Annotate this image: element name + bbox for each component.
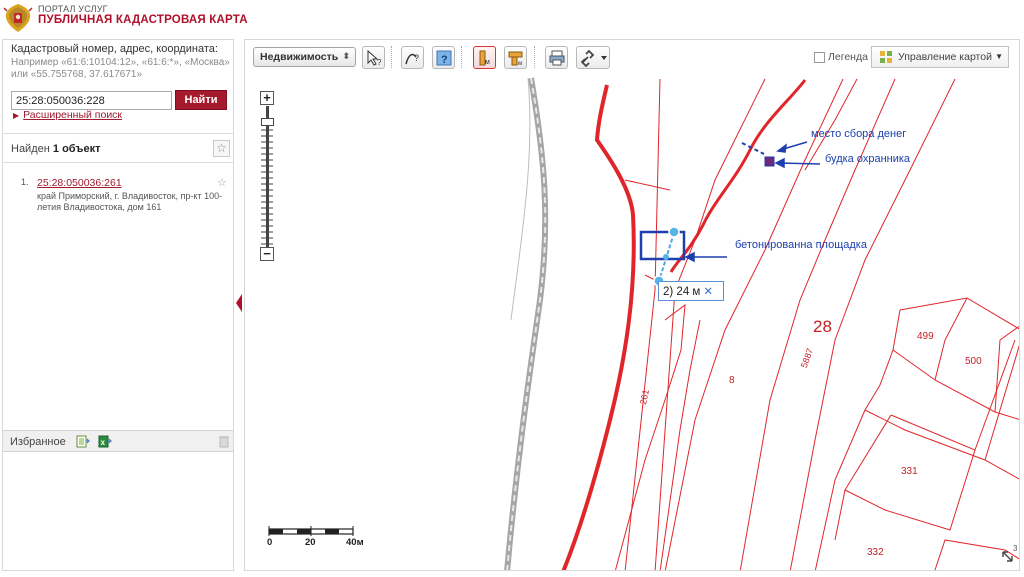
annotation-booth: будка охранника (825, 153, 911, 165)
svg-text:м: м (518, 61, 522, 67)
cursor-question-icon: ? (367, 49, 382, 67)
annotation-pad: бетонированна площадка (735, 239, 867, 251)
measure-area-button[interactable]: м (504, 46, 527, 69)
house-question-icon: ? (436, 50, 452, 66)
scale-label: 40м (346, 537, 364, 548)
parcel-label: 500 (965, 356, 982, 367)
object-info-button[interactable]: ? (432, 46, 455, 69)
svg-text:x: x (101, 438, 106, 447)
path-question-icon: ? (405, 53, 419, 65)
advanced-search-label: Расширенный поиск (23, 109, 123, 121)
legend-label: Легенда (828, 51, 868, 63)
scale-label: 0 (267, 537, 273, 548)
scale-bar (268, 526, 354, 536)
found-count: 1 объект (52, 143, 101, 155)
layer-select-value: Недвижимость (260, 51, 339, 63)
map-management-dropdown[interactable]: Управление картой ▼ (871, 46, 1009, 68)
svg-text:?: ? (414, 53, 419, 63)
measure-distance-button[interactable]: м (473, 46, 496, 69)
close-icon[interactable]: ✕ (703, 286, 713, 298)
zoom-out-button[interactable]: − (260, 247, 274, 261)
map-area[interactable]: 28 499 500 331 332 8 261 5887 3 место сб… (244, 39, 1020, 571)
map-management-label: Управление картой (898, 51, 992, 63)
ruler-icon: м (479, 50, 490, 66)
svg-text:?: ? (377, 58, 382, 67)
print-button[interactable] (545, 46, 568, 69)
search-panel: Кадастровый номер, адрес, координата: На… (2, 39, 234, 571)
page-title[interactable]: ПУБЛИЧНАЯ КАДАСТРОВАЯ КАРТА (38, 14, 248, 26)
layer-select[interactable]: Недвижимость ⬍ (253, 47, 356, 67)
collapse-panel-handle[interactable] (235, 293, 243, 313)
search-input[interactable] (11, 91, 172, 110)
search-hint: Например «61:6:10104:12», «61:6:*», «Мос… (11, 57, 230, 80)
chevron-updown-icon: ⬍ (342, 51, 350, 61)
area-ruler-icon: м (508, 51, 523, 67)
zoom-slider-thumb[interactable] (261, 118, 274, 126)
scale-label: 20 (305, 537, 316, 548)
favorite-star-icon[interactable]: ☆ (217, 176, 227, 189)
road-line (504, 77, 549, 570)
route-info-button[interactable]: ? (401, 46, 424, 69)
measure-label: 2) 24 м ✕ (658, 281, 724, 301)
thick-parcel-boundary (561, 84, 636, 570)
printer-icon (549, 50, 565, 66)
trash-icon[interactable] (218, 435, 230, 448)
toolbar-separator (461, 46, 462, 68)
result-cadastral-link[interactable]: 25:28:050036:261 (37, 177, 122, 189)
zoom-in-button[interactable]: + (260, 91, 274, 105)
map-toolbar: Недвижимость ⬍ ? ? ? м м Легенда Управле… (245, 40, 1019, 75)
advanced-search-link[interactable]: ▶ Расширенный поиск (13, 109, 122, 121)
coat-of-arms-icon (3, 4, 33, 32)
found-prefix: Найден (11, 143, 50, 155)
result-number: 1. (21, 177, 29, 187)
zoom-slider-track[interactable] (266, 106, 269, 247)
link-icon (580, 49, 607, 67)
identify-tool-button[interactable]: ? (362, 46, 385, 69)
portal-title: ПОРТАЛ УСЛУГ (38, 4, 108, 14)
map-canvas[interactable] (245, 40, 1020, 571)
toolbar-separator (391, 46, 392, 68)
parcel-label: 332 (867, 547, 884, 558)
favorites-bar: Избранное x (3, 430, 233, 452)
fullscreen-icon[interactable] (1001, 550, 1015, 564)
parcel-label: 499 (917, 331, 934, 342)
favorites-label: Избранное (10, 436, 66, 448)
divider (3, 162, 233, 163)
svg-text:м: м (485, 59, 490, 66)
parcel-label: 331 (901, 466, 918, 477)
link-button[interactable] (576, 46, 610, 69)
measure-value: 2) 24 м (663, 286, 701, 298)
import-excel-icon[interactable] (76, 435, 90, 448)
grid-icon (880, 51, 892, 63)
results-summary: Найден 1 объект (11, 143, 100, 155)
legend-checkbox[interactable] (814, 52, 825, 63)
guard-booth-marker (764, 156, 775, 167)
divider (3, 133, 233, 134)
parcel-label: 8 (729, 375, 735, 386)
result-address: край Приморский, г. Владивосток, пр-кт 1… (37, 191, 223, 212)
find-button[interactable]: Найти (175, 90, 227, 110)
export-excel-icon[interactable]: x (98, 435, 112, 448)
add-all-favorites-star-icon[interactable]: ☆ (213, 140, 230, 157)
header: ПОРТАЛ УСЛУГ ПУБЛИЧНАЯ КАДАСТРОВАЯ КАРТА (0, 0, 1024, 38)
svg-text:?: ? (441, 54, 448, 66)
search-label: Кадастровый номер, адрес, координата: (11, 43, 218, 55)
chevron-down-icon: ▼ (995, 52, 1003, 61)
annotation-money: место сбора денег (811, 128, 907, 140)
toolbar-separator (534, 46, 535, 68)
triangle-right-icon: ▶ (13, 111, 20, 120)
parcel-label: 28 (813, 317, 832, 336)
